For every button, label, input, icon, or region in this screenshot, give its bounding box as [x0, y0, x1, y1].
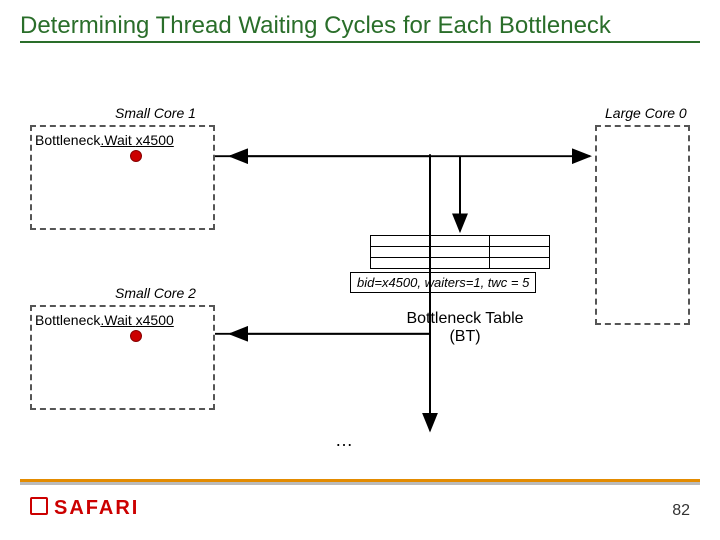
diagram-stage: Small Core 1 Bottleneck.Wait x4500 Small…	[0, 95, 720, 470]
brand-logo: SAFARI	[30, 496, 139, 520]
slide-title: Determining Thread Waiting Cycles for Ea…	[0, 0, 720, 41]
brand-icon	[30, 497, 48, 515]
page-number: 82	[672, 502, 690, 520]
arrows-svg	[0, 95, 720, 470]
ellipsis: …	[335, 430, 353, 451]
brand-text: SAFARI	[54, 497, 139, 519]
footer-rule	[20, 479, 700, 485]
title-rule	[20, 41, 700, 43]
